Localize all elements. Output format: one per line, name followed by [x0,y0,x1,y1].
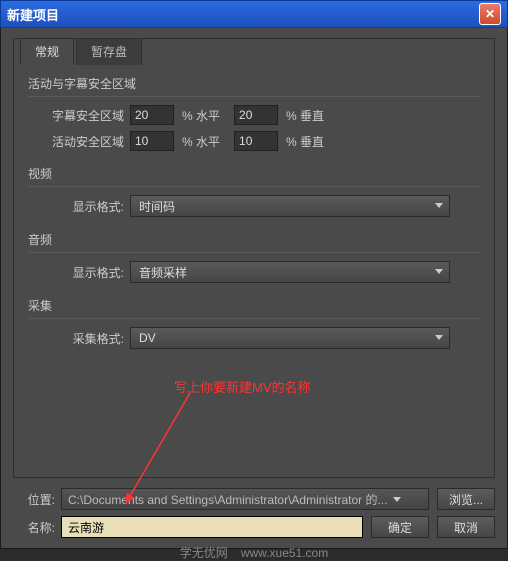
capture-format-label: 采集格式: [48,330,124,347]
section-capture-title: 采集 [28,297,480,314]
tab-strip: 常规 暂存盘 [20,38,144,65]
section-safe-title: 活动与字幕安全区域 [28,75,480,92]
pct-v-label: % 垂直 [286,107,324,124]
row-action-safe: 活动安全区域 % 水平 % 垂直 [48,131,480,151]
subtitle-safe-label: 字幕安全区域 [48,107,124,124]
footer-link[interactable]: www.xue51.com [241,546,328,560]
action-safe-h-input[interactable] [130,131,174,151]
audio-format-select[interactable]: 音频采样 [130,261,450,283]
subtitle-safe-h-input[interactable] [130,105,174,125]
name-input[interactable] [61,516,363,538]
row-audio-format: 显示格式: 音频采样 [48,261,480,283]
divider [28,252,480,253]
pct-h-label: % 水平 [182,107,220,124]
window-title: 新建项目 [7,5,479,24]
row-capture-format: 采集格式: DV [48,327,480,349]
close-button[interactable]: ✕ [479,3,501,25]
footer: 学无优网 www.xue51.com [13,544,495,561]
divider [28,186,480,187]
row-video-format: 显示格式: 时间码 [48,195,480,217]
tab-general[interactable]: 常规 [20,38,74,65]
location-value: C:\Documents and Settings\Administrator\… [68,491,387,508]
action-safe-label: 活动安全区域 [48,133,124,150]
location-label: 位置: [13,491,55,508]
action-safe-v-input[interactable] [234,131,278,151]
tab-content: 活动与字幕安全区域 字幕安全区域 % 水平 % 垂直 活动安全区域 % 水平 %… [14,39,494,365]
bottom-controls: 位置: C:\Documents and Settings\Administra… [13,488,495,538]
section-video-title: 视频 [28,165,480,182]
subtitle-safe-v-input[interactable] [234,105,278,125]
title-bar: 新建项目 ✕ [0,0,508,28]
cancel-button[interactable]: 取消 [437,516,495,538]
chevron-down-icon [435,335,443,340]
audio-format-value: 音频采样 [139,264,187,281]
audio-format-label: 显示格式: [48,264,124,281]
settings-panel: 常规 暂存盘 活动与字幕安全区域 字幕安全区域 % 水平 % 垂直 活动安全区域… [13,38,495,478]
chevron-down-icon [435,269,443,274]
video-format-value: 时间码 [139,198,175,215]
close-icon: ✕ [485,7,495,21]
chevron-down-icon [435,203,443,208]
capture-format-value: DV [139,331,156,345]
section-audio-title: 音频 [28,231,480,248]
name-label: 名称: [13,519,55,536]
window-body: 常规 暂存盘 活动与字幕安全区域 字幕安全区域 % 水平 % 垂直 活动安全区域… [0,28,508,549]
capture-format-select[interactable]: DV [130,327,450,349]
divider [28,96,480,97]
divider [28,318,480,319]
footer-site: 学无优网 [180,546,228,560]
video-format-select[interactable]: 时间码 [130,195,450,217]
chevron-down-icon [393,497,401,502]
pct-v-label-2: % 垂直 [286,133,324,150]
browse-button[interactable]: 浏览... [437,488,495,510]
annotation-text: 写上你要新建MV的名称 [174,377,311,396]
location-path[interactable]: C:\Documents and Settings\Administrator\… [61,488,429,510]
tab-scratch-disks[interactable]: 暂存盘 [76,38,142,65]
row-subtitle-safe: 字幕安全区域 % 水平 % 垂直 [48,105,480,125]
row-location: 位置: C:\Documents and Settings\Administra… [13,488,495,510]
pct-h-label-2: % 水平 [182,133,220,150]
video-format-label: 显示格式: [48,198,124,215]
row-name: 名称: 确定 取消 [13,516,495,538]
ok-button[interactable]: 确定 [371,516,429,538]
